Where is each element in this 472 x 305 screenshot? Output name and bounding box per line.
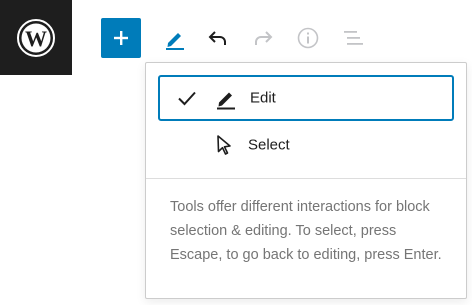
redo-button[interactable] (243, 18, 283, 58)
list-view-icon (344, 31, 363, 45)
plus-icon (114, 31, 128, 45)
list-view-button[interactable] (333, 18, 373, 58)
menu-item-label: Select (248, 136, 290, 154)
undo-icon (208, 31, 226, 45)
wordpress-logo-icon: W (17, 18, 55, 57)
menu-item-select[interactable]: Select (158, 122, 454, 168)
cursor-pointer-icon (217, 135, 231, 155)
divider (146, 178, 466, 179)
tools-help-text: Tools offer different interactions for b… (170, 199, 442, 263)
wordpress-logo-button[interactable]: W (0, 0, 72, 75)
pencil-icon (217, 92, 235, 110)
undo-button[interactable] (198, 18, 238, 58)
checkmark-icon (178, 91, 196, 106)
menu-item-label: Edit (250, 89, 276, 107)
pencil-icon (166, 33, 184, 50)
details-button[interactable] (288, 18, 328, 58)
add-block-button[interactable] (101, 18, 141, 58)
menu-item-edit[interactable]: Edit (158, 75, 454, 121)
tools-dropdown-menu: Edit Select Tools offer different intera… (145, 62, 467, 299)
redo-icon (255, 31, 273, 45)
tools-button[interactable] (155, 18, 195, 58)
info-icon (297, 27, 319, 49)
svg-text:W: W (25, 26, 47, 51)
